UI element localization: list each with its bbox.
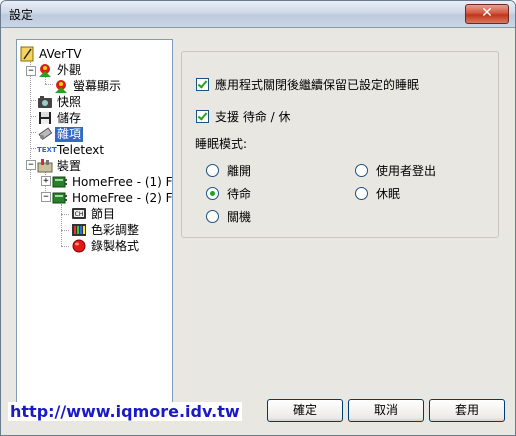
expander-device[interactable]: − — [26, 160, 36, 170]
tree-item-appearance[interactable]: 外觀 — [37, 62, 83, 78]
watermark-url: http://www.iqmore.idv.tw — [8, 402, 242, 421]
tree-item-avertv[interactable]: AVerTV — [19, 46, 84, 62]
window-title: 設定 — [9, 8, 34, 22]
misc-icon — [37, 126, 53, 142]
appearance-icon — [37, 62, 53, 78]
title-bar: 設定 ✕ — [1, 1, 515, 28]
apply-button[interactable]: 套用 — [429, 399, 505, 422]
svg-text:CH: CH — [75, 211, 84, 218]
floppy-icon — [37, 110, 53, 126]
ok-button[interactable]: 確定 — [267, 399, 343, 422]
teletext-icon: TEXT — [37, 146, 57, 154]
close-button[interactable]: ✕ — [465, 4, 509, 24]
expander-appearance[interactable]: − — [26, 66, 36, 76]
homefree-icon — [52, 190, 68, 206]
settings-window: 設定 ✕ − − + − AVerTV 外觀 螢幕顯示 快照 儲存 雜項 TEX… — [0, 0, 516, 436]
radio-mark — [206, 187, 219, 200]
radio-mark — [355, 187, 368, 200]
camera-icon — [37, 94, 53, 110]
tree-item-snapshot[interactable]: 快照 — [37, 94, 83, 110]
support-standby-checkbox[interactable]: 支援 待命 / 休 — [196, 108, 291, 125]
radio-hibernate[interactable]: 休眠 — [355, 185, 400, 202]
tree-item-storage[interactable]: 儲存 — [37, 110, 83, 126]
device-icon — [37, 158, 53, 174]
tree-item-homefree-2[interactable]: HomeFree - (2) F2 — [52, 190, 172, 206]
color-icon — [71, 222, 87, 238]
checkbox-mark — [196, 110, 209, 123]
tree-item-channel[interactable]: CH 節目 — [71, 206, 117, 222]
dialog-client: − − + − AVerTV 外觀 螢幕顯示 快照 儲存 雜項 TEXT Tel… — [7, 34, 509, 428]
record-icon — [71, 238, 87, 254]
settings-tree[interactable]: − − + − AVerTV 外觀 螢幕顯示 快照 儲存 雜項 TEXT Tel… — [16, 39, 173, 419]
osd-icon — [53, 78, 69, 94]
tree-item-device[interactable]: 裝置 — [37, 158, 83, 174]
tree-item-teletext[interactable]: TEXT Teletext — [37, 142, 106, 158]
tree-item-misc[interactable]: 雜項 — [37, 126, 84, 142]
keep-settings-checkbox[interactable]: 應用程式關閉後繼續保留已設定的睡眠 — [196, 76, 419, 93]
cancel-button[interactable]: 取消 — [348, 399, 424, 422]
radio-mark — [206, 210, 219, 223]
close-icon: ✕ — [481, 5, 493, 21]
radio-shutdown[interactable]: 關機 — [206, 208, 251, 225]
folder-icon — [19, 46, 35, 62]
checkbox-mark — [196, 78, 209, 91]
tree-item-record[interactable]: 錄製格式 — [71, 238, 141, 254]
radio-leave[interactable]: 離開 — [206, 162, 251, 179]
homefree-icon — [52, 174, 68, 190]
tree-item-homefree-1[interactable]: HomeFree - (1) F2 — [52, 174, 172, 190]
sleep-mode-label: 睡眠模式: — [195, 137, 248, 151]
radio-mark — [206, 164, 219, 177]
tree-item-osd[interactable]: 螢幕顯示 — [53, 78, 123, 94]
channel-icon: CH — [71, 206, 87, 222]
radio-mark — [355, 164, 368, 177]
radio-standby[interactable]: 待命 — [206, 185, 251, 202]
expander-homefree-1[interactable]: + — [41, 176, 51, 186]
expander-homefree-2[interactable]: − — [41, 192, 51, 202]
radio-logoff[interactable]: 使用者登出 — [355, 162, 436, 179]
tree-item-color[interactable]: 色彩調整 — [71, 222, 141, 238]
